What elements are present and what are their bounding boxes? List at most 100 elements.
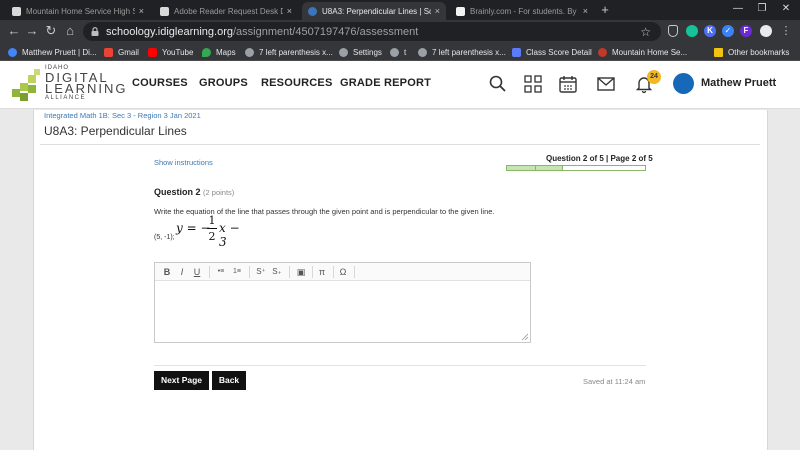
tab-brainly[interactable]: Brainly.com - For students. By st... ×	[450, 2, 594, 20]
other-bookmarks[interactable]: Other bookmarks	[714, 46, 789, 59]
bold-button[interactable]: B	[160, 265, 174, 279]
toolbar: ← → ↻ ⌂ schoology.idiglearning.org /assi…	[0, 20, 800, 43]
globe-icon	[390, 48, 399, 57]
question-number: Question 2	[154, 187, 201, 197]
bookmark-star-icon[interactable]: ☆	[640, 25, 651, 39]
back-icon[interactable]: ←	[6, 23, 22, 39]
grammarly-icon[interactable]	[686, 25, 698, 37]
question-points: (2 points)	[203, 188, 235, 197]
progress-segment-divider	[534, 166, 536, 170]
globe-icon	[245, 48, 254, 57]
minimize-icon[interactable]: —	[730, 3, 746, 14]
numbered-list-button[interactable]: 1≡	[230, 265, 244, 279]
underline-button[interactable]: U	[190, 265, 204, 279]
show-instructions-link[interactable]: Show instructions	[154, 158, 213, 167]
omega-symbol-button[interactable]: Ω	[336, 265, 350, 279]
bookmark-item[interactable]: Settings	[339, 46, 382, 59]
url-host: schoology.idiglearning.org	[106, 25, 233, 38]
subscript-button[interactable]: S₊	[270, 265, 284, 279]
site-header: IDAHO DIGITAL LEARNING ALLIANCE COURSES …	[0, 61, 800, 109]
bookmark-item[interactable]: Mountain Home Se...	[598, 46, 687, 59]
divider	[40, 144, 760, 145]
fraction-bar	[207, 228, 217, 229]
globe-icon	[339, 48, 348, 57]
page-title: U8A3: Perpendicular Lines	[44, 124, 187, 138]
maximize-icon[interactable]: ❐	[754, 3, 770, 14]
nav-resources[interactable]: RESOURCES	[261, 77, 332, 89]
f-extension-icon[interactable]: F	[740, 25, 752, 37]
toolbar-separator	[249, 266, 250, 278]
saved-status: Saved at 11:24 am	[583, 377, 646, 386]
breadcrumb[interactable]: Integrated Math 1B: Sec 3 - Region 3 Jan…	[44, 111, 201, 120]
equation-lhs: y = −	[176, 221, 211, 235]
nav-grade-report[interactable]: GRADE REPORT	[340, 77, 431, 89]
toolbar-separator	[209, 266, 210, 278]
tab-title: Mountain Home Service High Sc...	[26, 6, 135, 16]
home-icon[interactable]: ⌂	[62, 23, 78, 39]
tab-close-icon[interactable]: ×	[435, 6, 440, 16]
equation-rhs: x − 3	[219, 221, 240, 249]
idla-logo[interactable]: IDAHO DIGITAL LEARNING ALLIANCE	[12, 65, 128, 105]
schoology-favicon-icon	[308, 6, 317, 16]
toolbar-separator	[312, 266, 313, 278]
nav-groups[interactable]: GROUPS	[199, 77, 248, 89]
back-button[interactable]: Back	[212, 371, 246, 390]
resize-handle-icon[interactable]	[521, 333, 528, 340]
tab-perpendicular-lines[interactable]: U8A3: Perpendicular Lines | Scho... ×	[302, 2, 446, 20]
tab-favicon-icon	[160, 6, 169, 16]
italic-button[interactable]: I	[175, 265, 189, 279]
reload-icon[interactable]: ↻	[43, 23, 59, 39]
question-progress-text: Question 2 of 5 | Page 2 of 5	[546, 154, 653, 163]
forward-icon[interactable]: →	[24, 23, 40, 39]
progress-bar	[506, 165, 646, 171]
apps-grid-icon[interactable]	[523, 74, 543, 94]
logo-wordmark: IDAHO DIGITAL LEARNING ALLIANCE	[45, 65, 128, 101]
k-extension-icon[interactable]: K	[704, 25, 716, 37]
answer-editor[interactable]: B I U •≡ 1≡ S⁺ S₊ ▣ π Ω	[154, 262, 531, 343]
bookmark-item[interactable]: YouTube	[148, 46, 193, 59]
new-tab-icon[interactable]: +	[598, 3, 612, 17]
calendar-icon[interactable]	[558, 74, 578, 94]
bookmark-item[interactable]: t	[390, 46, 406, 59]
youtube-icon	[148, 48, 157, 57]
bookmark-item[interactable]: Maps	[202, 46, 236, 59]
tab-close-icon[interactable]: ×	[583, 6, 588, 16]
bookmark-item[interactable]: 7 left parenthesis x...	[418, 46, 506, 59]
browser-window: Mountain Home Service High Sc... × Adobe…	[0, 0, 800, 450]
given-line-equation: y = − 1 2 x − 3	[176, 214, 250, 249]
search-icon[interactable]	[488, 74, 508, 94]
toolbar-separator	[289, 266, 290, 278]
nav-courses[interactable]: COURSES	[132, 77, 188, 89]
bookmark-item[interactable]: 7 left parenthesis x...	[245, 46, 333, 59]
superscript-button[interactable]: S⁺	[254, 265, 268, 279]
menu-kebab-icon[interactable]: ⋮	[778, 23, 794, 39]
fraction-numerator: 1	[208, 214, 216, 227]
bookmark-item[interactable]: Class Score Detail	[512, 46, 592, 59]
pi-symbol-button[interactable]: π	[315, 265, 329, 279]
check-extension-icon[interactable]: ✓	[722, 25, 734, 37]
tab-adobe-reader[interactable]: Adobe Reader Request Desk Dev... ×	[154, 2, 298, 20]
address-bar[interactable]: schoology.idiglearning.org /assignment/4…	[83, 22, 661, 41]
profile-icon[interactable]	[760, 25, 772, 37]
bookmark-item[interactable]: Matthew Pruett | Di...	[8, 46, 97, 59]
shield-icon[interactable]	[668, 25, 678, 37]
messages-envelope-icon[interactable]	[596, 74, 616, 94]
person-icon	[8, 48, 17, 57]
toolbar-separator	[333, 266, 334, 278]
tab-close-icon[interactable]: ×	[139, 6, 144, 16]
image-icon[interactable]: ▣	[294, 265, 308, 279]
bullet-list-button[interactable]: •≡	[214, 265, 228, 279]
tab-mountain-home[interactable]: Mountain Home Service High Sc... ×	[6, 2, 150, 20]
toolbar-separator	[354, 266, 355, 278]
avatar[interactable]	[673, 73, 694, 94]
tab-favicon-icon	[12, 6, 21, 16]
user-name[interactable]: Mathew Pruett	[701, 77, 776, 89]
tab-close-icon[interactable]: ×	[287, 6, 292, 16]
bookmark-item[interactable]: Gmail	[104, 46, 139, 59]
next-page-button[interactable]: Next Page	[154, 371, 209, 390]
lock-icon	[91, 27, 99, 36]
globe-icon	[418, 48, 427, 57]
editor-toolbar: B I U •≡ 1≡ S⁺ S₊ ▣ π Ω	[155, 263, 530, 281]
given-point: (5, -1);	[154, 234, 175, 241]
window-close-icon[interactable]: ✕	[778, 3, 794, 14]
